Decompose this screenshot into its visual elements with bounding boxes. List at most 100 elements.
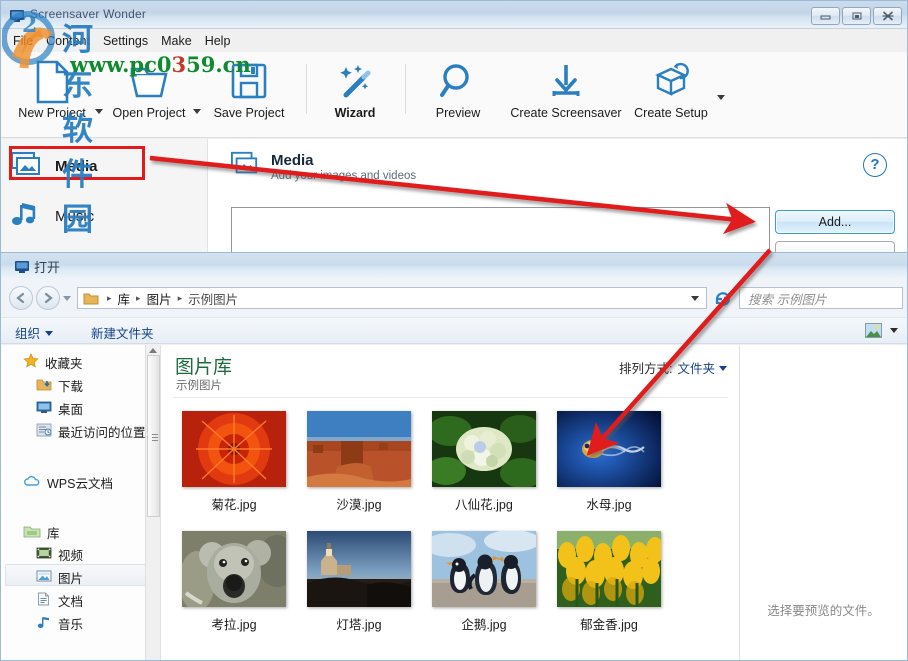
minimize-button[interactable] bbox=[811, 7, 840, 25]
view-layout-icon[interactable] bbox=[865, 323, 882, 338]
toolbar-wizard[interactable]: Wizard bbox=[317, 58, 393, 120]
folder-icon bbox=[83, 291, 99, 305]
list-item[interactable]: 沙漠.jpg bbox=[299, 411, 419, 513]
open-project-caret-icon[interactable] bbox=[193, 109, 201, 114]
pictures-icon bbox=[36, 569, 52, 586]
library-title: 图片库 bbox=[175, 352, 232, 379]
monitor-icon bbox=[15, 260, 29, 272]
tree-item-desktop[interactable]: 桌面 bbox=[36, 397, 83, 419]
tree-item-libraries[interactable]: 库 bbox=[23, 521, 60, 543]
scroll-up-arrow-icon[interactable] bbox=[149, 348, 157, 353]
list-item[interactable]: 郁金香.jpg bbox=[549, 531, 669, 633]
close-button[interactable] bbox=[873, 7, 902, 25]
dialog-titlebar: 打开 bbox=[1, 253, 907, 279]
question-mark-icon[interactable]: ? bbox=[863, 153, 887, 177]
open-folder-icon bbox=[104, 58, 194, 106]
file-name: 灯塔.jpg bbox=[299, 614, 419, 633]
toolbar-label: Create Screensaver bbox=[501, 106, 631, 120]
menu-item-file[interactable]: File bbox=[8, 32, 41, 50]
tree-item-downloads[interactable]: 下载 bbox=[36, 374, 83, 396]
chevron-down-icon[interactable] bbox=[890, 328, 898, 333]
breadcrumb-item-1[interactable]: 图片 bbox=[147, 289, 172, 308]
menu-item-help[interactable]: Help bbox=[200, 32, 239, 50]
tree-item-recent-places[interactable]: 最近访问的位置 bbox=[36, 420, 146, 442]
toolbar-preview[interactable]: Preview bbox=[419, 58, 497, 120]
main-toolbar: New Project Open Project Save Project bbox=[1, 52, 907, 138]
jellyfish-thumbnail bbox=[557, 411, 661, 487]
back-arrow-icon[interactable] bbox=[9, 286, 33, 310]
dialog-title: 打开 bbox=[34, 257, 60, 276]
file-name: 水母.jpg bbox=[549, 494, 669, 513]
new-folder-label: 新建文件夹 bbox=[91, 327, 154, 341]
arrange-label: 排列方式: bbox=[619, 362, 672, 376]
media-list-box[interactable] bbox=[231, 207, 770, 253]
koala-thumbnail bbox=[182, 531, 286, 607]
tree-scrollbar[interactable] bbox=[145, 345, 160, 660]
breadcrumb-item-0[interactable]: 库 bbox=[118, 289, 131, 308]
list-item[interactable]: 考拉.jpg bbox=[174, 531, 294, 633]
forward-arrow-icon[interactable] bbox=[36, 286, 60, 310]
tree-item-videos[interactable]: 视频 bbox=[36, 543, 83, 565]
tree-item-pictures[interactable]: 图片 bbox=[36, 566, 83, 588]
menu-item-content[interactable]: Content bbox=[41, 32, 98, 50]
list-item[interactable]: 水母.jpg bbox=[549, 411, 669, 513]
new-project-caret-icon[interactable] bbox=[95, 109, 103, 114]
toolbar-open-project[interactable]: Open Project bbox=[104, 58, 194, 120]
file-name: 八仙花.jpg bbox=[424, 494, 544, 513]
tree-item-label: WPS云文档 bbox=[47, 473, 113, 492]
toolbar-new-project[interactable]: New Project bbox=[8, 58, 96, 120]
list-item[interactable]: 灯塔.jpg bbox=[299, 531, 419, 633]
breadcrumb-dropdown-icon[interactable] bbox=[691, 296, 699, 301]
breadcrumb[interactable]: ▸ 库 ▸ 图片 ▸ 示例图片 bbox=[77, 287, 707, 309]
app-nav-panel: Media Music bbox=[1, 139, 208, 257]
add-media-button[interactable]: Add... bbox=[775, 210, 895, 234]
search-input[interactable]: 搜索 示例图片 bbox=[739, 287, 903, 309]
toolbar-create-setup[interactable]: Create Setup bbox=[631, 58, 711, 120]
tree-item-label: 下载 bbox=[58, 376, 83, 395]
toolbar-create-screensaver[interactable]: Create Screensaver bbox=[501, 58, 631, 120]
star-icon bbox=[23, 353, 39, 371]
maximize-button[interactable] bbox=[842, 7, 871, 25]
tree-item-wps-cloud[interactable]: WPS云文档 bbox=[23, 471, 113, 493]
chrysanthemum-thumbnail bbox=[182, 411, 286, 487]
magic-wand-icon bbox=[317, 58, 393, 106]
preview-placeholder-text: 选择要预览的文件。 bbox=[740, 600, 907, 619]
tree-item-music[interactable]: 音乐 bbox=[36, 612, 83, 634]
toolbar-save-project[interactable]: Save Project bbox=[204, 58, 294, 120]
chevron-down-icon[interactable] bbox=[63, 296, 71, 301]
breadcrumb-separator: ▸ bbox=[136, 293, 141, 304]
dialog-body: 收藏夹 下载 桌面 bbox=[1, 345, 907, 660]
list-item[interactable]: 企鹅.jpg bbox=[424, 531, 544, 633]
tree-item-partial[interactable] bbox=[36, 657, 52, 661]
file-name: 沙漠.jpg bbox=[299, 494, 419, 513]
list-item[interactable]: 八仙花.jpg bbox=[424, 411, 544, 513]
tree-item-label: 最近访问的位置 bbox=[58, 422, 146, 441]
menu-item-make[interactable]: Make bbox=[156, 32, 200, 50]
new-folder-button[interactable]: 新建文件夹 bbox=[91, 323, 154, 342]
app-title: Screensaver Wonder bbox=[30, 7, 146, 21]
breadcrumb-separator: ▸ bbox=[178, 293, 183, 304]
menu-item-settings[interactable]: Settings bbox=[98, 32, 156, 50]
breadcrumb-item-2[interactable]: 示例图片 bbox=[188, 289, 238, 308]
window-controls bbox=[811, 7, 902, 25]
preview-pane: 选择要预览的文件。 bbox=[739, 345, 907, 660]
scrollbar-thumb[interactable] bbox=[147, 355, 160, 517]
create-setup-caret-icon[interactable] bbox=[717, 95, 725, 100]
cloud-icon bbox=[23, 474, 41, 491]
sidebar-item-music[interactable]: Music bbox=[11, 196, 196, 236]
tree-item-favorites[interactable]: 收藏夹 bbox=[23, 351, 83, 373]
file-name: 菊花.jpg bbox=[174, 494, 294, 513]
penguins-thumbnail bbox=[432, 531, 536, 607]
app-content-area: Media Music bbox=[1, 139, 907, 257]
hydrangeas-thumbnail bbox=[432, 411, 536, 487]
arrange-by-control[interactable]: 排列方式:文件夹 bbox=[619, 358, 727, 377]
music-icon bbox=[36, 615, 52, 632]
tree-item-label: 音乐 bbox=[58, 614, 83, 633]
list-item[interactable]: 菊花.jpg bbox=[174, 411, 294, 513]
tree-item-documents[interactable]: 文档 bbox=[36, 589, 83, 611]
tree-item-label: 图片 bbox=[58, 568, 83, 587]
refresh-icon[interactable] bbox=[713, 289, 733, 307]
organize-button[interactable]: 组织 bbox=[15, 323, 53, 342]
floppy-save-icon bbox=[204, 58, 294, 106]
toolbar-label: Wizard bbox=[317, 106, 393, 120]
